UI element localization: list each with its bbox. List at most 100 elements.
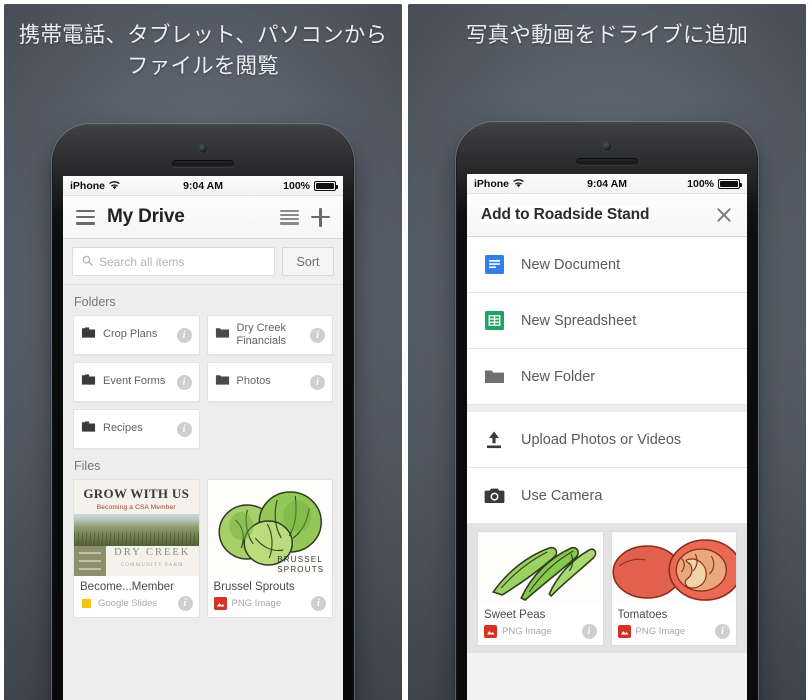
file-thumbnail [611,532,736,604]
poster-brand-sub: COMMUNITY FARM [120,563,184,568]
file-card[interactable]: Sweet Peas PNG Image i [477,531,604,646]
menu-item-use-camera[interactable]: Use Camera [467,468,747,524]
files-grid: GROW WITH US Becoming a CSA Member DRY C… [63,479,343,628]
folder-card[interactable]: Event Forms i [73,362,200,402]
svg-text:SPROUTS: SPROUTS [277,565,324,574]
left-headline: 携帯電話、タブレット、パソコンから ファイルを閲覧 [4,4,402,82]
left-phone-body: iPhone 9:04 AM 100% My Drive Search all … [52,124,354,700]
file-title: Sweet Peas [484,609,546,621]
menu-item-upload[interactable]: Upload Photos or Videos [467,405,747,468]
shared-folder-icon [81,420,96,438]
files-section-header: Files [74,459,101,473]
upload-icon [483,429,505,451]
folder-info-button[interactable]: i [176,421,192,437]
status-battery-group: 100% [223,179,338,192]
poster-brand: DRY CREEK [114,547,191,558]
file-card[interactable]: GROW WITH US Becoming a CSA Member DRY C… [73,479,200,618]
hamburger-icon [76,209,95,225]
earpiece-speaker [576,158,638,165]
folder-name: Photos [236,375,271,388]
poster-field-photo [74,514,199,546]
folder-icon [483,366,505,388]
tomato-drawing [611,532,736,604]
folders-grid: Crop Plans i Dry Creek Financials i Even… [63,315,343,449]
brussel-sprouts-drawing: BRUSSEL SPROUTS [207,480,332,576]
status-battery-group: 100% [627,178,742,190]
file-card[interactable]: BRUSSEL SPROUTS Brussel Sprouts PNG Imag… [206,479,333,618]
close-icon [715,206,733,224]
google-docs-icon [483,254,505,276]
search-input[interactable]: Search all items [72,247,275,276]
sheet-title: Add to Roadside Stand [481,206,650,224]
folder-name: Crop Plans [103,328,158,341]
left-headline-line2: ファイルを閲覧 [127,54,279,79]
menu-item-new-spreadsheet[interactable]: New Spreadsheet [467,293,747,349]
grow-with-us-poster: GROW WITH US Becoming a CSA Member DRY C… [74,480,199,576]
view-toggle-button[interactable] [280,209,299,225]
right-phone-screen: iPhone 9:04 AM 100% Add to Roadside Stan… [467,174,747,700]
status-time: 9:04 AM [183,179,223,192]
folder-name: Recipes [103,422,143,435]
menu-button[interactable] [76,209,95,225]
png-image-icon [213,597,227,610]
file-info-button[interactable]: i [715,624,730,639]
folder-info-button[interactable]: i [176,327,192,343]
folder-card[interactable]: Crop Plans i [73,315,200,355]
right-status-bar: iPhone 9:04 AM 100% [467,174,747,194]
right-promo-panel: 写真や動画をドライブに追加 iPhone 9:04 AM 100% Add to… [408,4,806,700]
file-info-button[interactable]: i [311,596,326,611]
file-footer: Tomatoes PNG Image i [612,604,737,645]
folder-info-button[interactable]: i [310,374,325,390]
folder-card[interactable]: Dry Creek Financials i [206,315,333,355]
battery-icon [718,178,742,189]
file-title: Brussel Sprouts [213,581,295,593]
left-status-bar: iPhone 9:04 AM 100% [63,176,343,196]
front-camera-icon [602,142,612,151]
menu-item-label: Use Camera [521,487,603,504]
right-nav-bar: Add to Roadside Stand [467,194,747,237]
file-meta: PNG Image i [484,624,597,639]
search-row: Search all items Sort [63,239,343,285]
right-phone-mockup: iPhone 9:04 AM 100% Add to Roadside Stan… [456,122,758,700]
list-view-icon [280,209,299,225]
status-time: 9:04 AM [587,177,627,190]
folder-card[interactable]: Recipes i [73,409,200,449]
sweet-peas-drawing [478,532,603,604]
folder-name: Dry Creek Financials [236,321,287,347]
left-phone-screen: iPhone 9:04 AM 100% My Drive Search all … [63,176,343,700]
file-type: Google Slides [98,598,158,609]
status-battery-percent: 100% [283,179,310,192]
menu-item-new-folder[interactable]: New Folder [467,349,747,405]
shared-folder-icon [81,373,96,391]
menu-item-new-document[interactable]: New Document [467,237,747,293]
search-icon [82,255,93,269]
menu-item-label: New Folder [521,368,596,385]
earpiece-speaker [172,160,234,167]
file-title: Tomatoes [617,609,668,621]
png-image-icon [484,625,497,638]
close-button[interactable] [715,206,733,224]
menu-item-label: Upload Photos or Videos [521,431,682,448]
file-card[interactable]: Tomatoes PNG Image i [610,531,737,646]
status-carrier-label: iPhone [474,177,510,190]
camera-icon [483,485,505,507]
file-footer: Brussel Sprouts PNG Image i [208,576,333,617]
left-content-scroll[interactable]: Folders Crop Plans i Dry Creek Financial… [63,285,343,700]
folder-info-button[interactable]: i [176,374,192,390]
file-thumbnail: BRUSSEL SPROUTS [207,480,332,576]
png-image-icon [617,625,631,638]
background-files-grid: Sweet Peas PNG Image i Tomatoes PNG Imag… [467,524,747,653]
folder-info-button[interactable]: i [310,327,325,343]
add-menu-sheet: New Document New Spreadsheet New Folder … [467,237,747,524]
svg-text:BRUSSEL: BRUSSEL [277,555,323,564]
add-button[interactable] [311,207,330,227]
file-meta: PNG Image i [617,624,730,639]
sort-button[interactable]: Sort [282,247,334,276]
left-promo-panel: 携帯電話、タブレット、パソコンから ファイルを閲覧 iPhone 9:04 AM… [4,4,402,700]
file-info-button[interactable]: i [581,624,597,639]
shared-folder-icon [81,326,96,344]
wifi-icon [513,179,524,188]
folder-card[interactable]: Photos i [206,362,333,402]
file-info-button[interactable]: i [177,596,193,611]
status-carrier-label: iPhone [70,179,106,192]
